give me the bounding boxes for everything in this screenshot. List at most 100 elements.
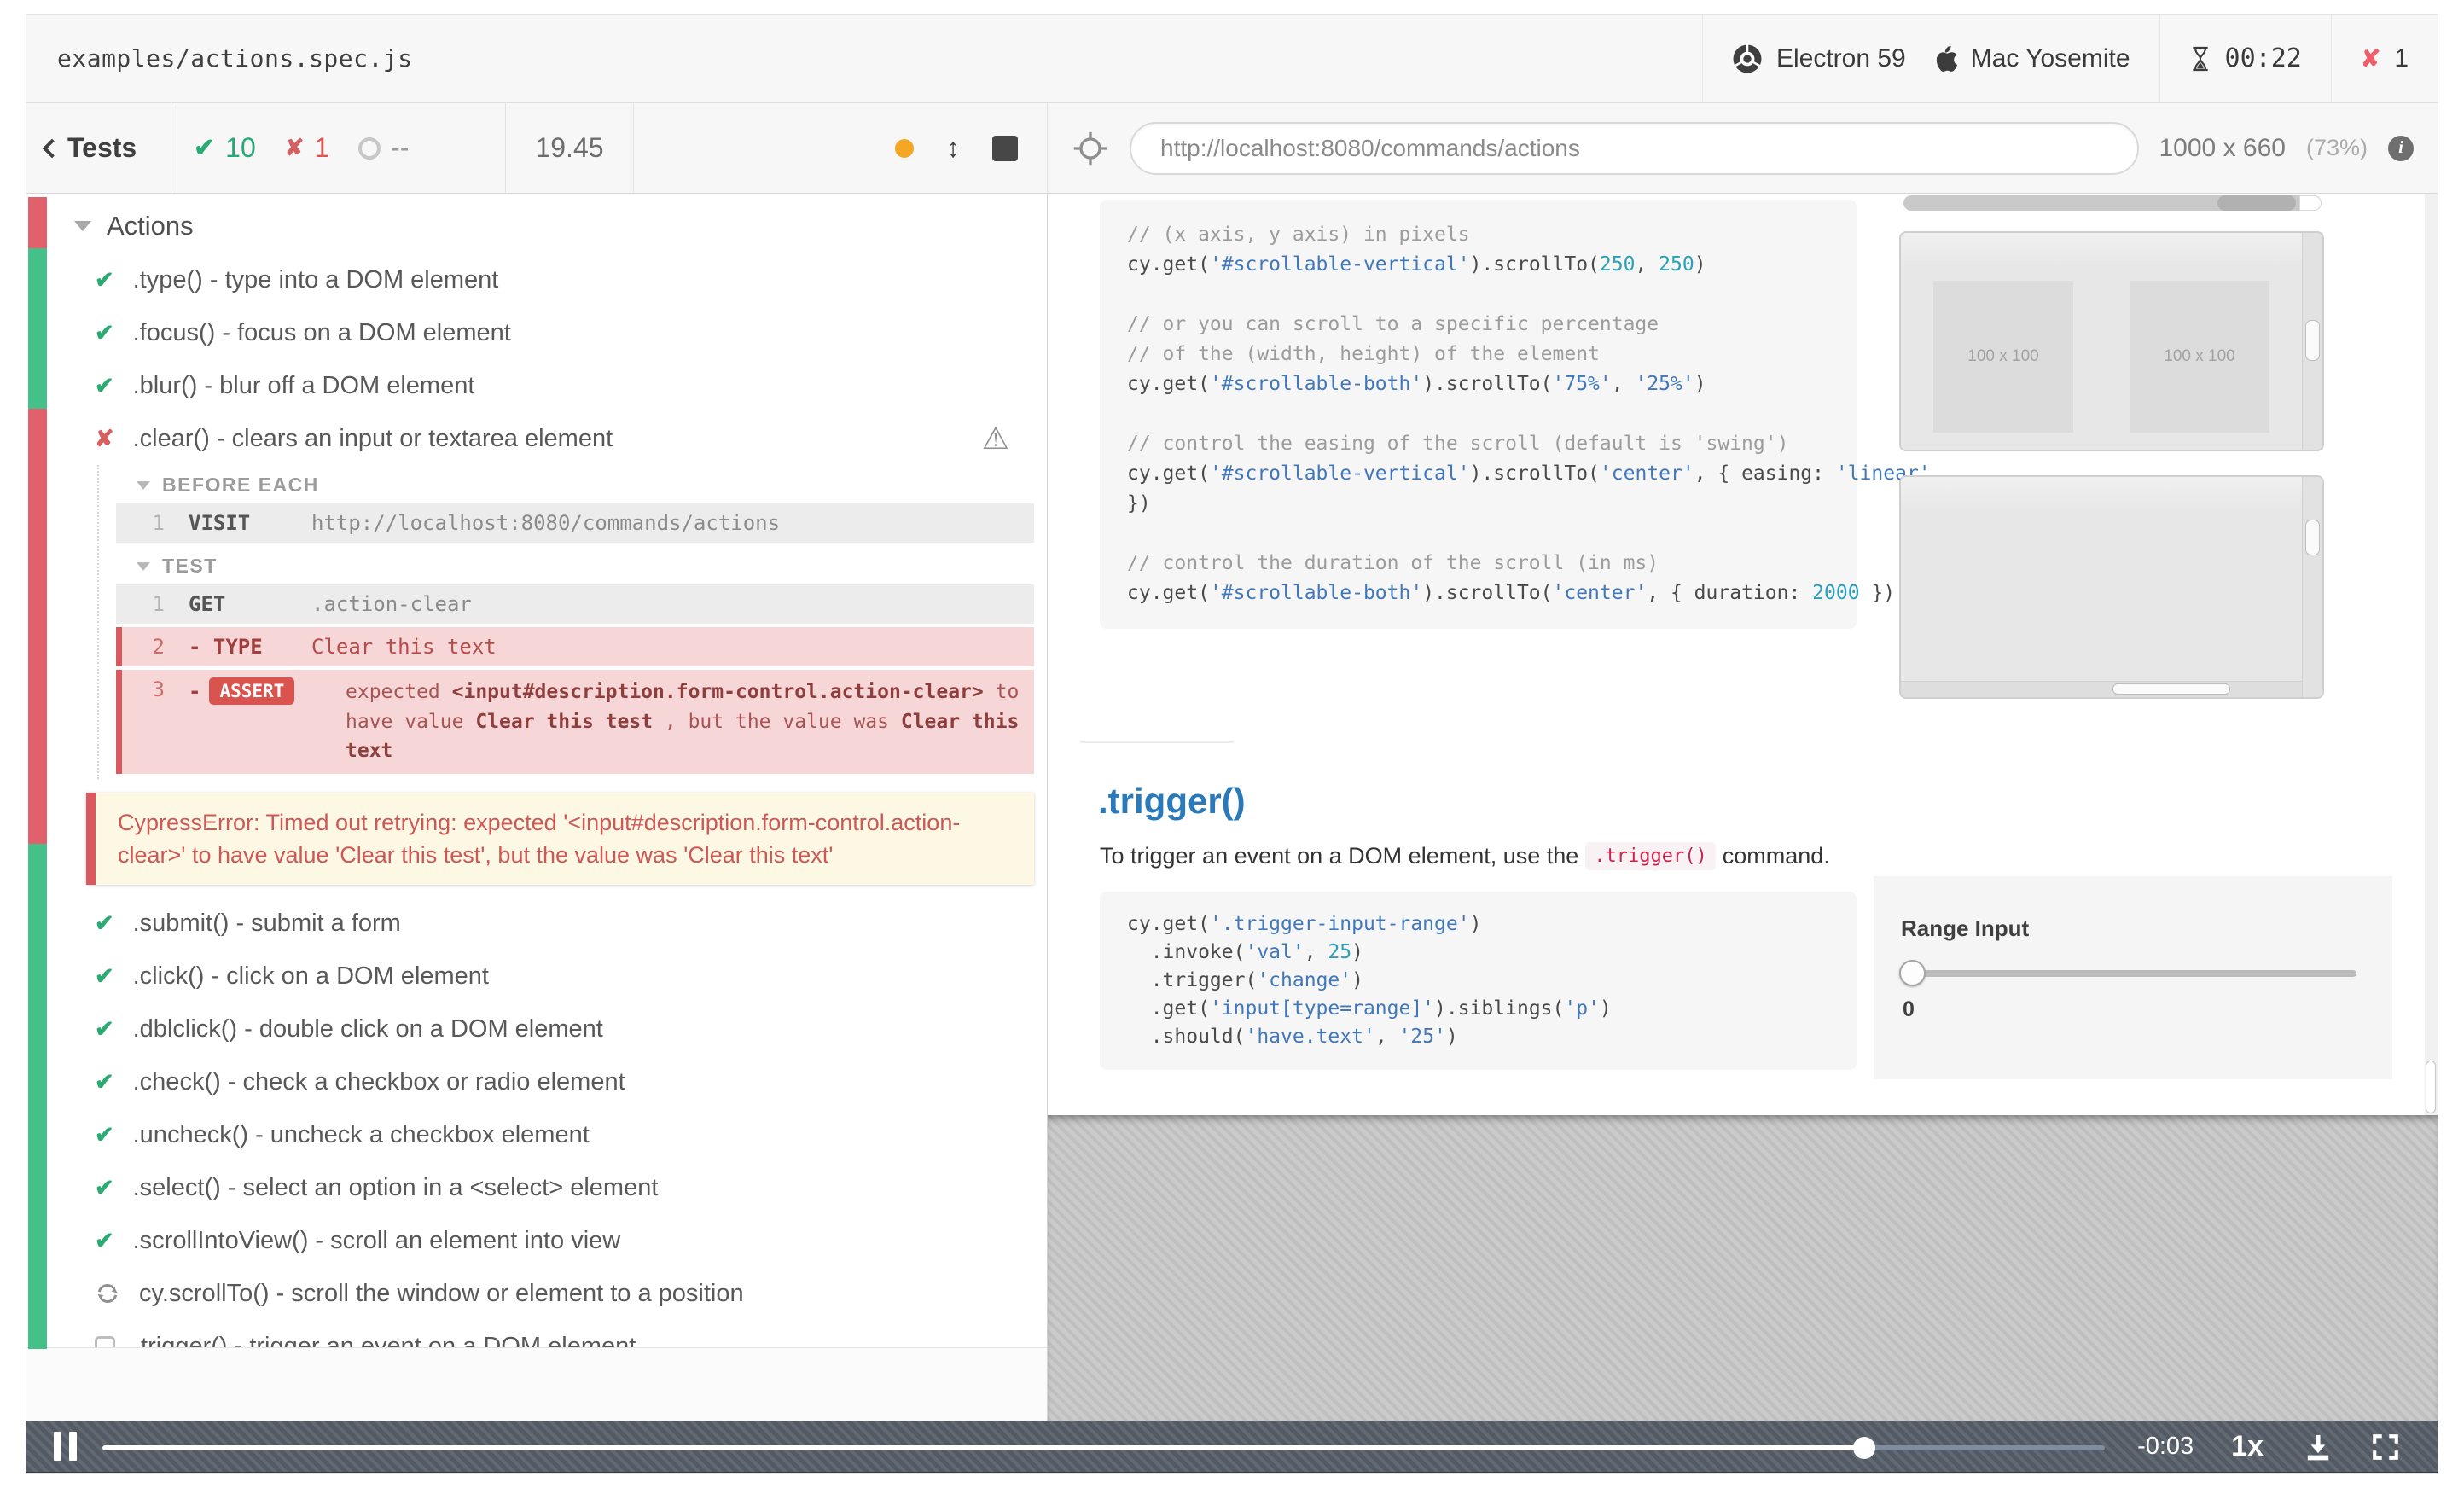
pass-check-icon: ✔ bbox=[95, 910, 114, 936]
back-label: Tests bbox=[67, 132, 137, 163]
test-item-select[interactable]: ✔ .select() - select an option in a <sele… bbox=[26, 1161, 1047, 1214]
seek-thumb[interactable] bbox=[1853, 1437, 1876, 1459]
test-label: .type() - type into a DOM element bbox=[132, 265, 499, 294]
playback-speed-button[interactable]: 1x bbox=[2231, 1430, 2264, 1463]
vertical-scrollbar-thumb[interactable] bbox=[2305, 520, 2320, 555]
range-slider[interactable] bbox=[1899, 960, 2356, 986]
duration-display: 19.45 bbox=[506, 103, 634, 193]
test-stats: ✔ 10 ✘ 1 -- bbox=[171, 103, 506, 193]
test-item-clear-failed[interactable]: ✘ .clear() - clears an input or textarea… bbox=[26, 412, 1047, 465]
command-value: .action-clear bbox=[311, 592, 472, 616]
collapse-triangle-icon bbox=[74, 221, 91, 231]
test-hook-header[interactable]: TEST bbox=[99, 546, 1047, 584]
empty-viewport-hatch-area bbox=[1048, 1115, 2438, 1421]
section-divider bbox=[1080, 741, 1234, 743]
pause-button[interactable] bbox=[54, 1432, 77, 1461]
warning-triangle-icon: ⚠ bbox=[981, 421, 1009, 456]
failed-count: 1 bbox=[314, 132, 330, 163]
download-button[interactable] bbox=[2303, 1432, 2333, 1462]
vertical-scrollbar-thumb[interactable] bbox=[2305, 320, 2320, 361]
suite-fail-strip bbox=[28, 197, 47, 248]
reporter-toolbar: Tests ✔ 10 ✘ 1 -- 19.45 ↕ http://localhost… bbox=[26, 103, 2438, 194]
test-item-type[interactable]: ✔ .type() - type into a DOM element bbox=[26, 253, 1047, 306]
apple-icon bbox=[1932, 44, 1957, 74]
command-number: 2 bbox=[152, 635, 165, 659]
fullscreen-button[interactable] bbox=[2371, 1433, 2400, 1462]
pass-check-icon: ✔ bbox=[95, 372, 114, 398]
trigger-code-block: cy.get('.trigger-input-range') .invoke('… bbox=[1100, 892, 1857, 1070]
selector-playground-icon[interactable] bbox=[1072, 130, 1109, 167]
horizontal-scrollbar-thumb[interactable] bbox=[2112, 683, 2230, 695]
command-number: 1 bbox=[152, 511, 165, 535]
hourglass-icon bbox=[2189, 45, 2211, 73]
test-item-click[interactable]: ✔ .click() - click on a DOM element bbox=[26, 950, 1047, 1003]
url-address-bar[interactable]: http://localhost:8080/commands/actions bbox=[1130, 121, 2139, 175]
preview-scrollbar[interactable] bbox=[2425, 194, 2438, 1115]
range-slider-thumb[interactable] bbox=[1899, 960, 1926, 986]
main-content: Actions ✔ .type() - type into a DOM eleme… bbox=[26, 194, 2438, 1421]
horizontal-scrollbar[interactable] bbox=[1903, 195, 2322, 211]
pass-check-icon: ✔ bbox=[95, 266, 114, 293]
seek-bar[interactable] bbox=[102, 1422, 2106, 1473]
command-row-type-failed[interactable]: 2 - TYPE Clear this text bbox=[116, 627, 1034, 666]
stop-button[interactable] bbox=[992, 135, 1018, 161]
auto-scroll-indicator[interactable] bbox=[895, 138, 914, 158]
range-input-label: Range Input bbox=[1901, 915, 2030, 941]
test-item-blur[interactable]: ✔ .blur() - blur off a DOM element bbox=[26, 359, 1047, 412]
preview-scrollbar-thumb[interactable] bbox=[2426, 1061, 2436, 1113]
scroll-toggle-icon[interactable]: ↕ bbox=[946, 132, 960, 164]
pass-check-icon: ✔ bbox=[95, 1227, 114, 1253]
horizontal-scrollbar[interactable] bbox=[1901, 681, 2302, 697]
inline-code: .trigger() bbox=[1585, 842, 1716, 870]
command-value: http://localhost:8080/commands/actions bbox=[311, 511, 781, 535]
spec-title: examples/actions.spec.js bbox=[57, 44, 413, 73]
cypress-error-box[interactable]: CypressError: Timed out retrying: expect… bbox=[86, 792, 1034, 886]
pass-strip-top bbox=[28, 248, 47, 409]
suite-header[interactable]: Actions bbox=[26, 194, 1047, 253]
test-label: .dblclick() - double click on a DOM elem… bbox=[132, 1014, 603, 1043]
pass-check-icon: ✔ bbox=[95, 1068, 114, 1095]
run-controls: ↕ bbox=[634, 103, 1048, 193]
command-log-pane: Actions ✔ .type() - type into a DOM eleme… bbox=[26, 194, 1048, 1421]
fail-strip bbox=[28, 409, 47, 844]
vertical-scrollbar[interactable] bbox=[2302, 477, 2322, 697]
range-input-demo: Range Input 0 bbox=[1874, 876, 2392, 1079]
before-each-header[interactable]: BEFORE EACH bbox=[99, 465, 1047, 503]
pending-stat: -- bbox=[358, 132, 409, 164]
failed-stat: ✘ 1 bbox=[285, 132, 329, 164]
test-label: .select() - select an option in a <selec… bbox=[132, 1173, 659, 1201]
command-row-get[interactable]: 1 GET .action-clear bbox=[116, 584, 1034, 624]
log-footer-area bbox=[26, 1347, 1047, 1421]
scrollable-vertical-demo[interactable] bbox=[1899, 475, 2324, 699]
pending-count: -- bbox=[391, 132, 410, 163]
pass-check-icon: ✔ bbox=[95, 319, 114, 346]
horizontal-scrollbar-thumb[interactable] bbox=[2217, 195, 2296, 211]
aut-preview-pane: // (x axis, y axis) in pixels cy.get('#s… bbox=[1048, 194, 2438, 1421]
viewport-zoom-label: (73%) bbox=[2305, 135, 2368, 160]
pending-circle-icon bbox=[358, 137, 381, 160]
test-item-submit[interactable]: ✔ .submit() - submit a form bbox=[26, 897, 1047, 950]
test-item-scrollintoview[interactable]: ✔ .scrollIntoView() - scroll an element i… bbox=[26, 1214, 1047, 1267]
x-icon: ✘ bbox=[284, 135, 305, 160]
back-to-tests-button[interactable]: Tests bbox=[26, 103, 171, 193]
test-item-check[interactable]: ✔ .check() - check a checkbox or radio el… bbox=[26, 1055, 1047, 1108]
test-item-dblclick[interactable]: ✔ .dblclick() - double click on a DOM ele… bbox=[26, 1003, 1047, 1055]
test-item-scrollto-running[interactable]: cy.scrollTo() - scroll the window or ele… bbox=[26, 1267, 1047, 1320]
scrollable-both-demo[interactable]: 100 x 100 100 x 100 bbox=[1899, 231, 2324, 451]
time-remaining: -0:03 bbox=[2137, 1432, 2194, 1460]
aut-iframe: // (x axis, y axis) in pixels cy.get('#s… bbox=[1048, 194, 2438, 1115]
command-number: 3 bbox=[152, 677, 165, 701]
running-refresh-icon bbox=[95, 1281, 120, 1306]
viewport-info-icon[interactable]: i bbox=[2388, 135, 2414, 161]
passed-count: 10 bbox=[225, 132, 256, 163]
test-item-uncheck[interactable]: ✔ .uncheck() - uncheck a checkbox element bbox=[26, 1108, 1047, 1161]
placeholder-image: 100 x 100 bbox=[2130, 281, 2269, 433]
test-item-focus[interactable]: ✔ .focus() - focus on a DOM element bbox=[26, 306, 1047, 359]
check-icon: ✔ bbox=[194, 134, 216, 162]
command-row-assert-failed[interactable]: 3 - ASSERT expected <input#description.f… bbox=[116, 670, 1034, 774]
command-row-visit[interactable]: 1 VISIT http://localhost:8080/commands/a… bbox=[116, 503, 1034, 543]
vertical-scrollbar[interactable] bbox=[2302, 233, 2322, 450]
collapse-triangle-icon bbox=[137, 480, 150, 490]
error-message: CypressError: Timed out retrying: expect… bbox=[118, 809, 961, 868]
assert-message: expected <input#description.form-control… bbox=[346, 681, 1020, 762]
